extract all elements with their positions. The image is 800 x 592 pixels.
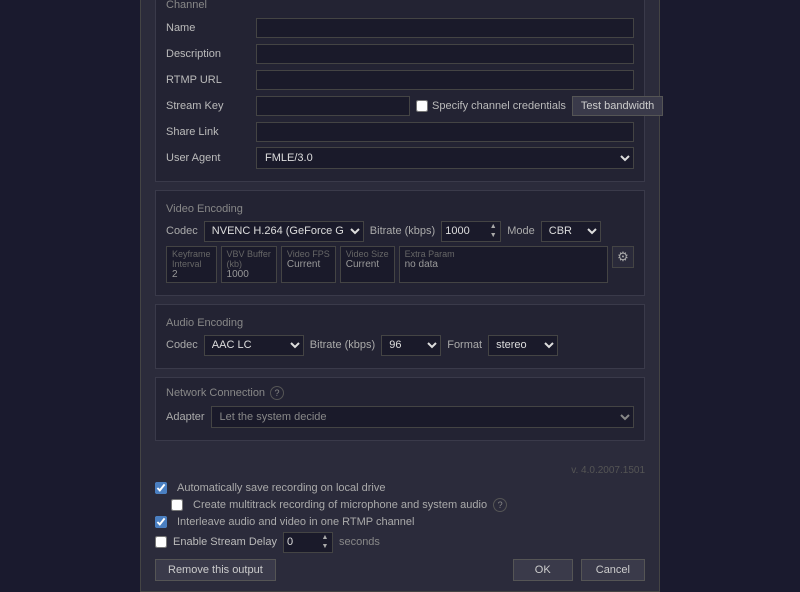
multitrack-row: Create multitrack recording of microphon… <box>171 498 645 512</box>
specify-credentials-text: Specify channel credentials <box>432 100 566 112</box>
remove-output-button[interactable]: Remove this output <box>155 559 276 581</box>
delay-down[interactable]: ▼ <box>318 542 332 552</box>
description-row: Description <box>166 43 634 65</box>
delay-spinbox: ▲ ▼ <box>283 532 333 553</box>
extra-label: Extra Param <box>405 249 602 259</box>
auto-save-label: Automatically save recording on local dr… <box>177 482 386 494</box>
video-bitrate-input[interactable] <box>441 221 486 242</box>
delay-up[interactable]: ▲ <box>318 533 332 543</box>
audio-codec-label: Codec <box>166 339 198 351</box>
size-label: Video Size <box>346 249 389 259</box>
channel-section-label: Channel <box>166 0 634 11</box>
user-agent-row: User Agent FMLE/3.0 <box>166 147 634 169</box>
spinbox-up[interactable]: ▲ <box>486 222 500 232</box>
stream-key-input[interactable] <box>256 96 410 116</box>
help-icon[interactable]: ? <box>270 386 284 400</box>
keyframe-cell: KeyframeInterval 2 <box>166 246 217 283</box>
user-agent-select[interactable]: FMLE/3.0 <box>256 147 634 169</box>
delay-input[interactable] <box>283 532 318 553</box>
stream-delay-row: Enable Stream Delay ▲ ▼ seconds <box>155 532 645 553</box>
share-link-label: Share Link <box>166 126 256 138</box>
vbv-label: VBV Buffer(kb) <box>227 249 271 269</box>
name-input[interactable] <box>256 18 634 38</box>
audio-bitrate-select[interactable]: 96 <box>381 335 441 356</box>
dialog: Custom RTMP Properties ✕ Channel Name De… <box>140 0 660 592</box>
stream-delay-checkbox[interactable] <box>155 536 167 548</box>
fps-label: Video FPS <box>287 249 330 259</box>
auto-save-row: Automatically save recording on local dr… <box>155 482 645 494</box>
vbv-cell: VBV Buffer(kb) 1000 <box>221 246 277 283</box>
share-link-input[interactable] <box>256 122 634 142</box>
ok-cancel-buttons: OK Cancel <box>513 559 645 581</box>
stream-delay-label: Enable Stream Delay <box>173 536 277 548</box>
audio-bitrate-label: Bitrate (kbps) <box>310 339 375 351</box>
interleave-checkbox[interactable] <box>155 516 167 528</box>
audio-encoding-label: Audio Encoding <box>166 317 634 329</box>
multitrack-label: Create multitrack recording of microphon… <box>193 499 487 511</box>
specify-credentials-checkbox[interactable] <box>416 100 428 112</box>
extra-cell: Extra Param no data <box>399 246 608 283</box>
multitrack-checkbox[interactable] <box>171 499 183 511</box>
multitrack-help-icon[interactable]: ? <box>493 498 507 512</box>
rtmp-url-input[interactable] <box>256 70 634 90</box>
ok-button[interactable]: OK <box>513 559 573 581</box>
adapter-label: Adapter <box>166 411 205 423</box>
video-bitrate-spinbox: ▲ ▼ <box>441 221 501 242</box>
dialog-content: Channel Name Description RTMP URL Stream… <box>141 0 659 459</box>
video-codec-row: Codec NVENC H.264 (GeForce G... Bitrate … <box>166 221 634 242</box>
description-input[interactable] <box>256 44 634 64</box>
cancel-button[interactable]: Cancel <box>581 559 645 581</box>
delay-spinbox-arrows: ▲ ▼ <box>318 532 333 553</box>
fps-cell: Video FPS Current <box>281 246 336 283</box>
audio-format-label: Format <box>447 339 482 351</box>
user-agent-label: User Agent <box>166 152 256 164</box>
video-bitrate-label: Bitrate (kbps) <box>370 225 435 237</box>
rtmp-url-row: RTMP URL <box>166 69 634 91</box>
share-link-row: Share Link <box>166 121 634 143</box>
test-bandwidth-button[interactable]: Test bandwidth <box>572 96 663 116</box>
footer-area: v. 4.0.2007.1501 Automatically save reco… <box>141 459 659 591</box>
name-label: Name <box>166 22 256 34</box>
seconds-label: seconds <box>339 536 380 548</box>
specify-credentials-label[interactable]: Specify channel credentials <box>416 100 566 112</box>
stream-key-label: Stream Key <box>166 100 256 112</box>
video-mode-label: Mode <box>507 225 535 237</box>
stream-key-controls: Specify channel credentials Test bandwid… <box>256 96 663 116</box>
network-label: Network Connection <box>166 387 265 399</box>
channel-panel: Channel Name Description RTMP URL Stream… <box>155 0 645 182</box>
stream-key-row: Stream Key Specify channel credentials T… <box>166 95 634 117</box>
video-mode-select[interactable]: CBR <box>541 221 601 242</box>
audio-codec-row: Codec AAC LC Bitrate (kbps) 96 Format st… <box>166 335 634 356</box>
interleave-label: Interleave audio and video in one RTMP c… <box>177 516 414 528</box>
description-label: Description <box>166 48 256 60</box>
interleave-row: Interleave audio and video in one RTMP c… <box>155 516 645 528</box>
auto-save-checkbox[interactable] <box>155 482 167 494</box>
keyframe-label: KeyframeInterval <box>172 249 211 269</box>
adapter-row: Adapter Let the system decide <box>166 406 634 428</box>
bottom-buttons: Remove this output OK Cancel <box>155 559 645 581</box>
network-panel: Network Connection ? Adapter Let the sys… <box>155 377 645 441</box>
audio-format-select[interactable]: stereo <box>488 335 558 356</box>
video-codec-select[interactable]: NVENC H.264 (GeForce G... <box>204 221 364 242</box>
adapter-select[interactable]: Let the system decide <box>211 406 634 428</box>
fps-value: Current <box>287 259 330 270</box>
size-cell: Video Size Current <box>340 246 395 283</box>
video-encoding-label: Video Encoding <box>166 203 634 215</box>
size-value: Current <box>346 259 389 270</box>
audio-encoding-panel: Audio Encoding Codec AAC LC Bitrate (kbp… <box>155 304 645 369</box>
video-sub-row: KeyframeInterval 2 VBV Buffer(kb) 1000 V… <box>166 246 634 283</box>
audio-codec-select[interactable]: AAC LC <box>204 335 304 356</box>
video-encoding-panel: Video Encoding Codec NVENC H.264 (GeForc… <box>155 190 645 296</box>
extra-value: no data <box>405 259 602 270</box>
vbv-value: 1000 <box>227 269 271 280</box>
rtmp-url-label: RTMP URL <box>166 74 256 86</box>
gear-button[interactable]: ⚙ <box>612 246 634 268</box>
version-text: v. 4.0.2007.1501 <box>571 465 645 476</box>
name-row: Name <box>166 17 634 39</box>
video-codec-label: Codec <box>166 225 198 237</box>
keyframe-value: 2 <box>172 269 211 280</box>
spinbox-arrows: ▲ ▼ <box>486 221 501 242</box>
spinbox-down[interactable]: ▼ <box>486 231 500 241</box>
